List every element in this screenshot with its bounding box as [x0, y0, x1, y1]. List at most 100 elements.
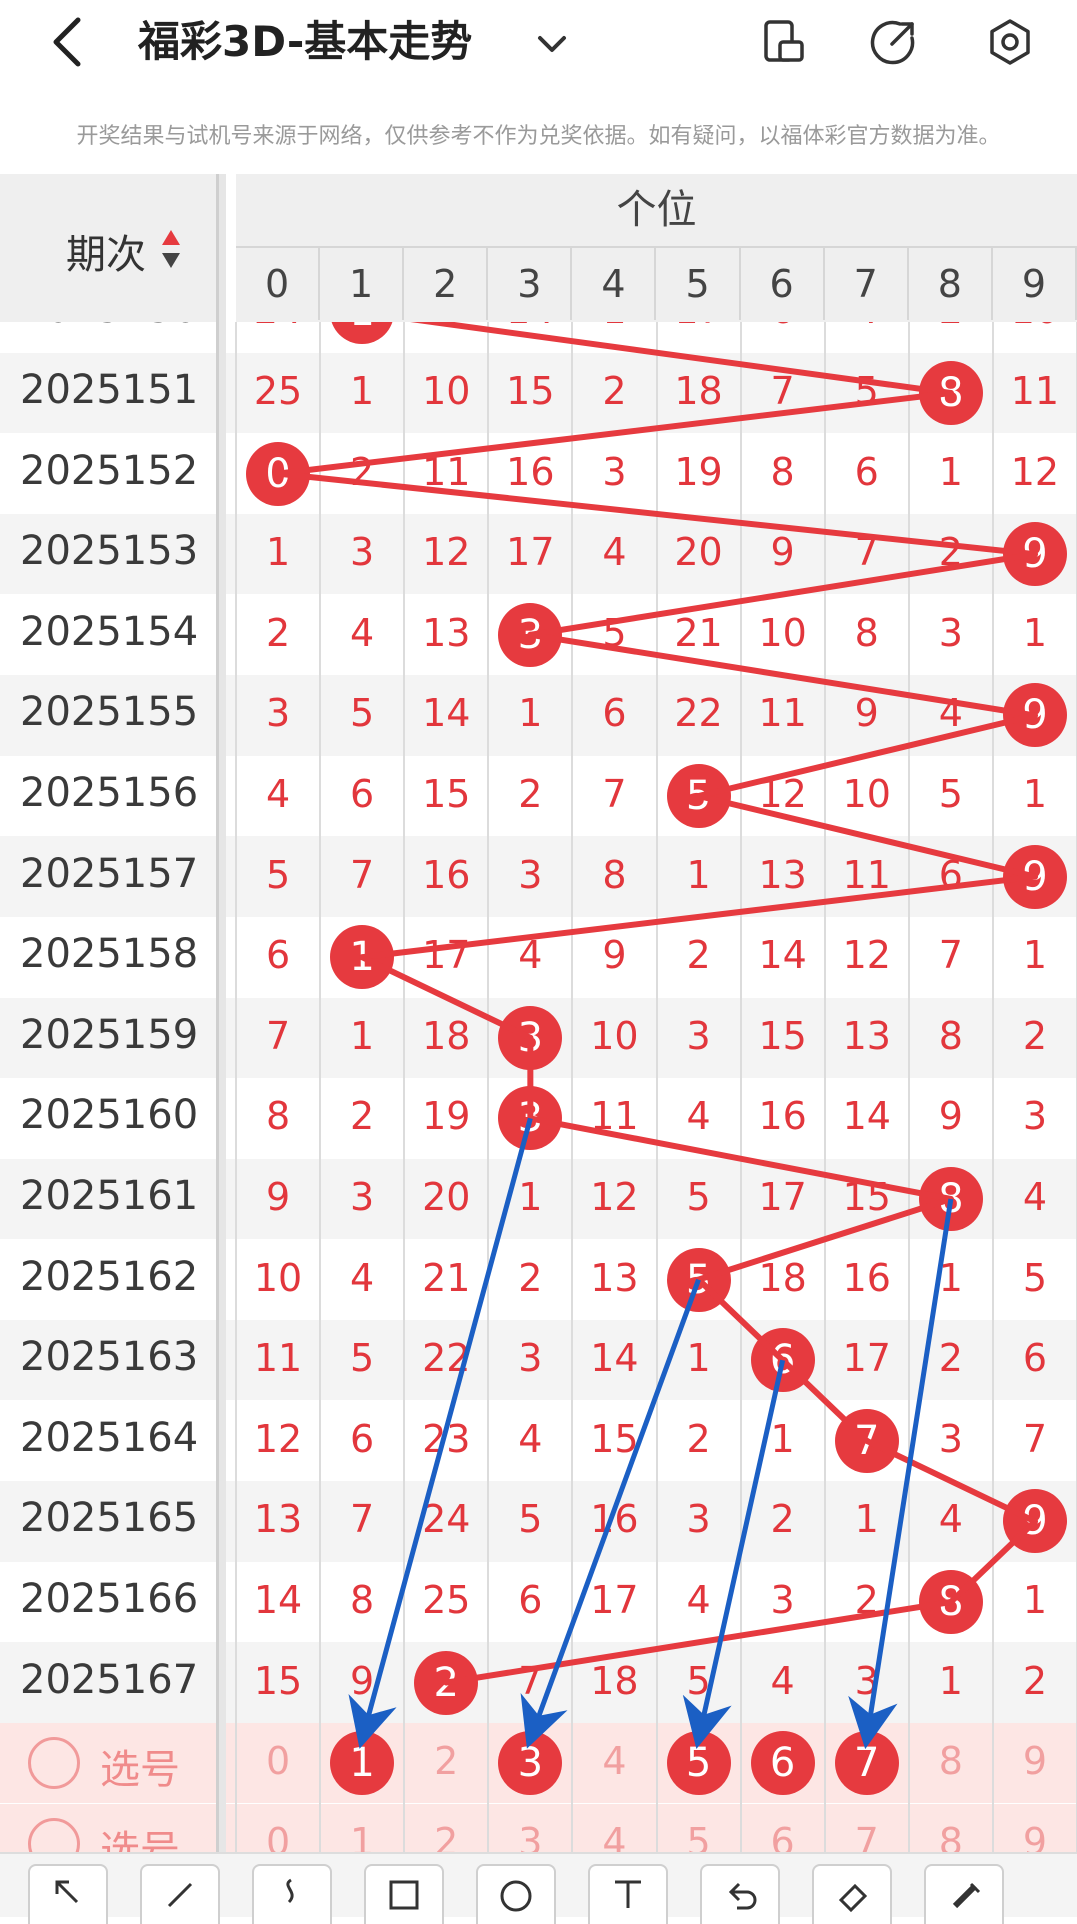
omission-value: 1	[854, 1497, 879, 1542]
share-icon[interactable]	[870, 18, 918, 66]
select-number[interactable]: 6	[741, 1820, 825, 1852]
omission-value: 12	[422, 530, 471, 575]
eraser-button[interactable]	[812, 1864, 892, 1924]
column-grid-line	[403, 322, 406, 1852]
omission-value: 13	[590, 1255, 639, 1300]
top-bar: 福彩3D-基本走势	[0, 0, 1077, 86]
select-number[interactable]: 1	[320, 1820, 404, 1852]
column-header-6[interactable]: 6	[741, 248, 825, 320]
text-tool-button[interactable]	[588, 1864, 668, 1924]
selected-number-ball[interactable]: 6	[750, 1731, 815, 1796]
omission-value: 1	[770, 1416, 795, 1461]
omission-value: 12	[1010, 449, 1060, 494]
select-number[interactable]: 9	[993, 1739, 1077, 1783]
hit-ball: 7	[834, 1408, 899, 1473]
omission-value: 20	[422, 1175, 471, 1219]
column-header-5[interactable]: 5	[657, 248, 741, 320]
period-number: 2025166	[20, 1576, 199, 1622]
column-header-0[interactable]: 0	[236, 248, 321, 320]
omission-value: 2	[518, 1255, 543, 1300]
select-number[interactable]: 7	[825, 1820, 909, 1852]
omission-value: 2	[938, 1336, 963, 1381]
text-tool-icon	[615, 1880, 641, 1908]
omission-value: 2	[350, 1094, 375, 1139]
column-header-8[interactable]: 8	[909, 248, 993, 320]
page-title[interactable]: 福彩3D-基本走势	[138, 14, 472, 70]
period-header[interactable]: 期次	[0, 174, 220, 322]
column-header-4[interactable]: 4	[572, 248, 657, 320]
omission-value: 6	[854, 449, 879, 494]
select-number[interactable]: 2	[404, 1739, 488, 1783]
omission-value: 18	[590, 1658, 639, 1703]
column-grid-line	[991, 322, 994, 1852]
omission-value: 1	[686, 1336, 711, 1381]
rectangle-tool-button[interactable]	[364, 1864, 444, 1924]
omission-value: 3	[518, 1336, 543, 1381]
column-header-1[interactable]: 1	[320, 248, 405, 320]
omission-value: 6	[938, 852, 963, 897]
column-header-2[interactable]: 2	[404, 248, 489, 320]
omission-value: 3	[350, 530, 375, 575]
clear-brush-button[interactable]	[924, 1864, 1004, 1924]
omission-value: 4	[265, 772, 291, 816]
screen-rotate-icon[interactable]	[760, 18, 808, 66]
select-row-radio[interactable]	[28, 1737, 80, 1790]
pen-tool-button[interactable]	[252, 1864, 332, 1924]
period-number: 2025154	[20, 608, 199, 655]
omission-value: 1	[518, 1175, 543, 1219]
select-number[interactable]: 8	[909, 1820, 993, 1852]
select-number[interactable]: 8	[909, 1739, 993, 1783]
period-number: 2025160	[20, 1092, 199, 1139]
omission-value: 13	[422, 610, 471, 655]
omission-value: 7	[602, 772, 627, 816]
omission-value: 1	[938, 1255, 963, 1300]
select-number[interactable]: 9	[993, 1820, 1077, 1852]
chevron-down-icon[interactable]	[532, 24, 572, 64]
omission-value: 2	[686, 933, 711, 978]
omission-value: 5	[686, 1658, 711, 1703]
column-header-7[interactable]: 7	[825, 248, 909, 320]
period-number: 2025156	[20, 770, 199, 816]
omission-value: 16	[842, 1255, 891, 1300]
omission-value: 14	[422, 691, 471, 736]
select-number[interactable]: 0	[236, 1820, 320, 1852]
data-disclaimer: 开奖结果与试机号来源于网络，仅供参考不作为兑奖依据。如有疑问，以福体彩官方数据为…	[76, 124, 1001, 149]
omission-value: 1	[265, 530, 291, 575]
omission-value: 9	[265, 1175, 291, 1219]
line-tool-button[interactable]	[140, 1864, 220, 1924]
omission-value: 6	[518, 1578, 543, 1622]
column-header-3[interactable]: 3	[488, 248, 573, 320]
omission-value: 14	[253, 1578, 303, 1622]
settings-icon[interactable]	[986, 18, 1034, 66]
omission-value: 1	[1022, 610, 1048, 655]
back-arrow-icon[interactable]	[48, 14, 88, 70]
selected-number-ball[interactable]: 5	[666, 1731, 731, 1796]
omission-value: 2	[770, 1497, 795, 1542]
omission-value: 4	[938, 691, 963, 736]
select-number[interactable]: 4	[572, 1820, 656, 1852]
omission-value: 4	[686, 1094, 711, 1139]
circle-tool-button[interactable]	[476, 1864, 556, 1924]
select-number[interactable]: 3	[488, 1820, 572, 1852]
select-number[interactable]: 2	[404, 1820, 488, 1852]
undo-button[interactable]	[700, 1864, 780, 1924]
omission-value: 11	[422, 449, 471, 494]
hit-ball: 8	[918, 1167, 983, 1231]
select-number[interactable]: 0	[236, 1739, 320, 1783]
omission-value: 4	[770, 1658, 795, 1703]
omission-value: 16	[422, 852, 471, 897]
selected-number-ball[interactable]: 7	[834, 1731, 899, 1796]
omission-value: 9	[854, 691, 879, 736]
omission-value: 5	[518, 1497, 543, 1542]
omission-value: 5	[854, 369, 879, 413]
selected-number-ball[interactable]: 1	[330, 1731, 395, 1796]
omission-value: 13	[758, 852, 807, 897]
hit-ball: 9	[1002, 844, 1067, 909]
column-header-9[interactable]: 9	[993, 248, 1077, 320]
select-number[interactable]: 4	[572, 1739, 656, 1783]
select-number[interactable]: 5	[657, 1820, 741, 1852]
hit-ball: 2	[414, 1650, 479, 1715]
arrow-tool-button[interactable]	[28, 1864, 108, 1924]
omission-value: 11	[1010, 369, 1060, 413]
sort-icon[interactable]	[160, 228, 182, 270]
